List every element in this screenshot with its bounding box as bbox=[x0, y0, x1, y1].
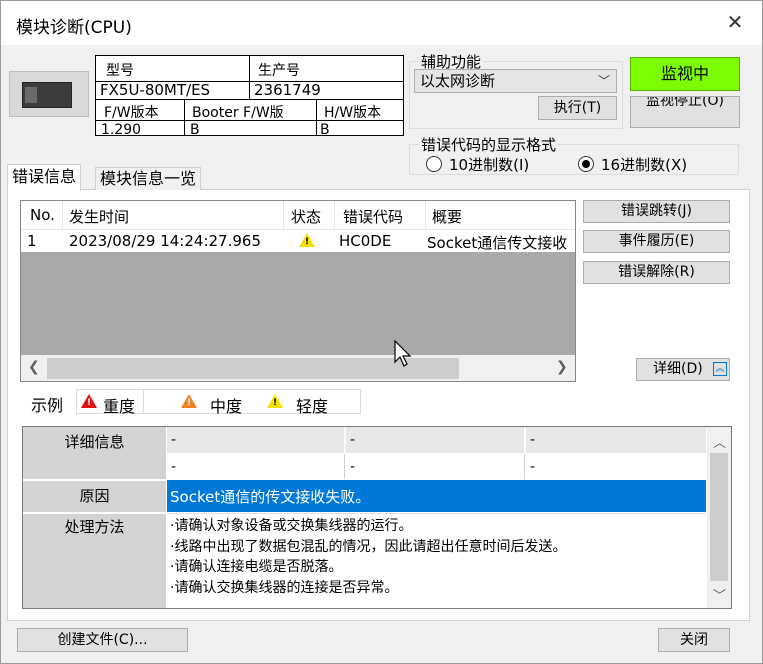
create-file-button[interactable]: 创建文件(C)... bbox=[17, 628, 188, 652]
stop-monitoring-button[interactable]: 监视停止(O) bbox=[630, 96, 740, 128]
aux-function-value: 以太网诊断 bbox=[420, 72, 496, 90]
aux-function-select[interactable]: 以太网诊断 ﹀ bbox=[414, 69, 617, 93]
legend-box: ! 重度 ! 中度 ! 轻度 bbox=[76, 389, 361, 416]
fw-value: 1.290 bbox=[101, 122, 142, 138]
row-time: 2023/08/29 14:24:27.965 bbox=[69, 232, 261, 250]
tab-error-info[interactable]: 错误信息 bbox=[7, 164, 82, 191]
moderate-error-icon: ! bbox=[181, 394, 197, 412]
cause-text: Socket通信的传文接收失败。 bbox=[167, 480, 706, 512]
format-label: 错误代码的显示格式 bbox=[419, 134, 559, 155]
hw-header: H/W版本 bbox=[324, 105, 382, 121]
mouse-cursor-icon bbox=[394, 340, 412, 367]
info-cell: - bbox=[167, 454, 345, 479]
col-summary[interactable]: 概要 bbox=[432, 206, 462, 227]
chevron-down-icon: ﹀ bbox=[597, 74, 610, 88]
row-no: 1 bbox=[27, 232, 37, 250]
tab-module-list[interactable]: 模块信息一览 bbox=[95, 167, 202, 190]
diagnostics-window: 模块诊断(CPU) ✕ 型号 生产号 FX5U-80MT/ES 2361749 … bbox=[0, 0, 763, 664]
info-cell: - bbox=[346, 454, 525, 479]
booter-value: B bbox=[190, 122, 200, 138]
info-cell: - bbox=[167, 427, 345, 453]
model-value: FX5U-80MT/ES bbox=[100, 81, 211, 99]
execute-button[interactable]: 执行(T) bbox=[538, 96, 617, 120]
horizontal-scrollbar[interactable]: ❮ ❯ bbox=[21, 355, 575, 381]
model-header: 型号 bbox=[106, 63, 134, 79]
scroll-right-icon[interactable]: ❯ bbox=[556, 359, 568, 375]
info-cell: - bbox=[526, 454, 706, 479]
scroll-left-icon[interactable]: ❮ bbox=[28, 359, 40, 375]
error-list-header: No. 发生时间 状态 错误代码 概要 bbox=[21, 201, 575, 230]
detail-toggle-label: 详细(D) bbox=[653, 361, 703, 377]
legend-label: 示例 bbox=[31, 396, 64, 415]
collapse-icon: ︽ bbox=[713, 362, 727, 376]
serial-header: 生产号 bbox=[258, 63, 300, 79]
radio-decimal-label: 10进制数(I) bbox=[449, 156, 530, 174]
col-time[interactable]: 发生时间 bbox=[69, 206, 129, 227]
event-history-button[interactable]: 事件履历(E) bbox=[583, 230, 730, 253]
detail-info-label: 详细信息 bbox=[23, 427, 166, 479]
col-status[interactable]: 状态 bbox=[291, 206, 321, 227]
action-label: 处理方法 bbox=[23, 513, 166, 608]
title-bar: 模块诊断(CPU) ✕ bbox=[1, 1, 762, 45]
scroll-down-icon[interactable]: ﹀ bbox=[713, 585, 726, 604]
close-button[interactable]: 关闭 bbox=[658, 628, 730, 652]
cause-label: 原因 bbox=[23, 480, 166, 512]
error-jump-button[interactable]: 错误跳转(J) bbox=[583, 200, 730, 223]
col-no[interactable]: No. bbox=[30, 206, 55, 224]
error-clear-button[interactable]: 错误解除(R) bbox=[583, 261, 730, 284]
legend-moderate: 中度 bbox=[210, 397, 243, 416]
major-error-icon: ! bbox=[81, 394, 97, 412]
detail-toggle-button[interactable]: 详细(D) ︽ bbox=[636, 358, 730, 381]
module-image bbox=[9, 71, 89, 117]
hw-value: B bbox=[320, 122, 330, 138]
action-text: ·请确认对象设备或交换集线器的运行。 ·线路中出现了数据包混乱的情况，因此请超出… bbox=[167, 513, 706, 608]
fw-header: F/W版本 bbox=[104, 105, 159, 121]
scroll-up-icon[interactable]: ︿ bbox=[713, 432, 726, 451]
action-line: ·请确认连接电缆是否脱落。 bbox=[170, 559, 343, 575]
booter-header: Booter F/W版 bbox=[192, 105, 284, 121]
close-icon[interactable]: ✕ bbox=[724, 11, 746, 33]
module-info-table: 型号 生产号 FX5U-80MT/ES 2361749 F/W版本 Booter… bbox=[95, 55, 404, 138]
error-row[interactable]: 1 2023/08/29 14:24:27.965 ! HC0DE Socket… bbox=[21, 230, 575, 252]
info-cell: - bbox=[526, 427, 706, 453]
info-cell: - bbox=[346, 427, 525, 453]
error-list[interactable]: No. 发生时间 状态 错误代码 概要 1 2023/08/29 14:24:2… bbox=[20, 200, 576, 382]
minor-error-icon: ! bbox=[267, 394, 283, 412]
col-code[interactable]: 错误代码 bbox=[343, 206, 403, 227]
radio-decimal[interactable] bbox=[426, 156, 442, 172]
radio-hex[interactable] bbox=[578, 156, 594, 172]
serial-value: 2361749 bbox=[254, 81, 321, 99]
action-line: ·请确认对象设备或交换集线器的运行。 bbox=[170, 518, 413, 534]
scroll-thumb[interactable] bbox=[710, 453, 728, 581]
action-line: ·线路中出现了数据包混乱的情况，因此请超出任意时间后发送。 bbox=[170, 538, 567, 555]
radio-hex-label: 16进制数(X) bbox=[601, 156, 688, 174]
minor-warning-icon: ! bbox=[299, 233, 315, 251]
legend-minor: 轻度 bbox=[296, 397, 329, 416]
legend-major: 重度 bbox=[103, 397, 136, 416]
monitoring-status-button[interactable]: 监视中 bbox=[630, 57, 740, 91]
row-code: HC0DE bbox=[339, 232, 392, 250]
action-line: ·请确认交换集线器的连接是否异常。 bbox=[170, 579, 399, 596]
vertical-scrollbar[interactable]: ︿ ﹀ bbox=[707, 427, 731, 608]
window-title: 模块诊断(CPU) bbox=[16, 18, 132, 38]
detail-table: 详细信息 原因 处理方法 - - - - - - Socket通信的传文接收失败… bbox=[22, 426, 732, 609]
row-summary: Socket通信传文接收 bbox=[427, 234, 568, 252]
